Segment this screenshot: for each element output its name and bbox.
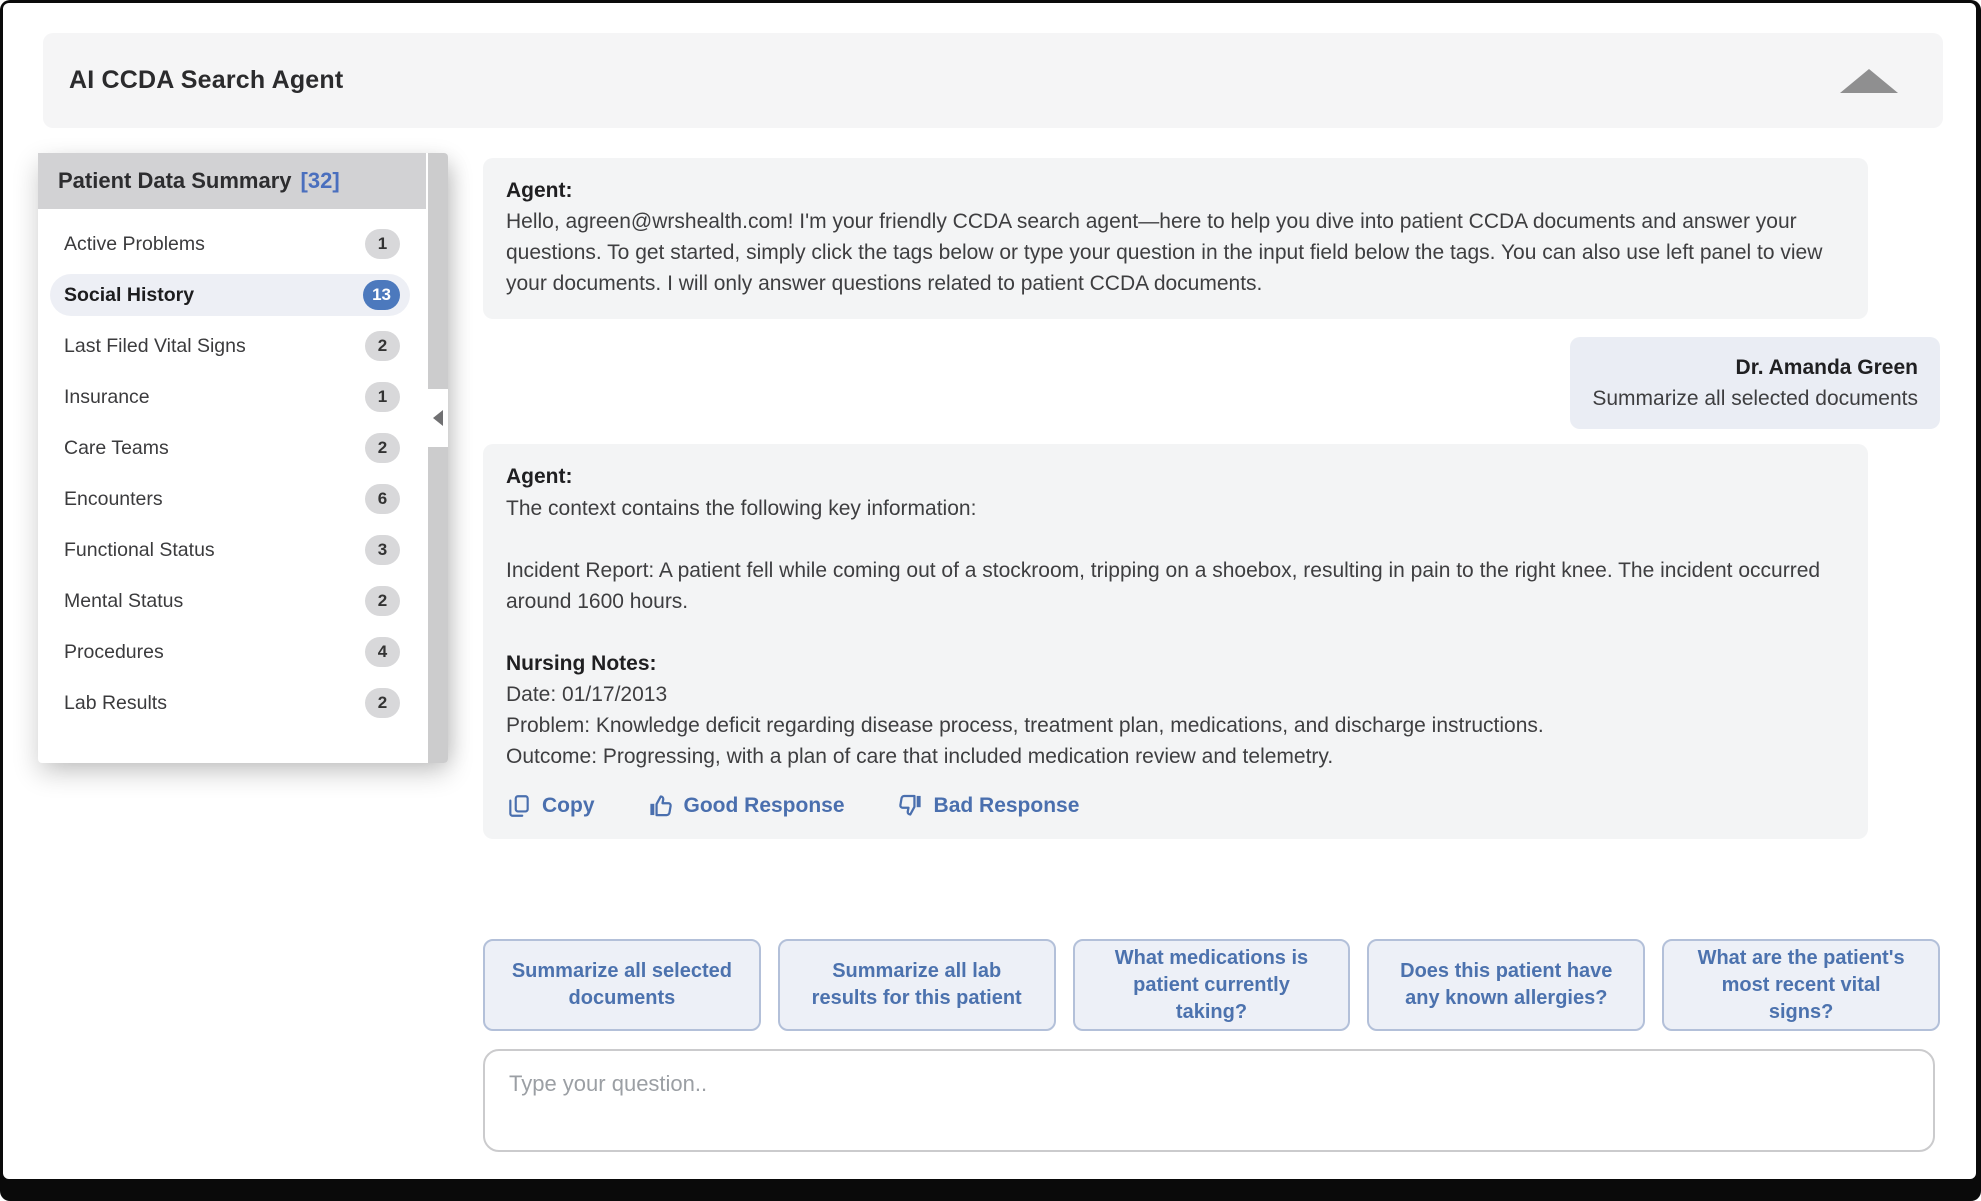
sidebar-item-label: Procedures <box>64 641 164 664</box>
copy-button[interactable]: Copy <box>506 793 595 819</box>
thumbs-up-icon <box>647 792 674 819</box>
agent-paragraph: Date: 01/17/2013 <box>506 679 1845 710</box>
collapse-panel-button[interactable] <box>1840 69 1898 93</box>
agent-message: Agent: The context contains the followin… <box>483 444 1868 839</box>
bad-response-label: Bad Response <box>934 794 1080 818</box>
agent-message-body: The context contains the following key i… <box>506 493 1845 773</box>
user-message: Dr. Amanda Green Summarize all selected … <box>1570 337 1940 429</box>
sidebar-item-count-badge: 4 <box>365 637 400 667</box>
sidebar-item-count-badge: 1 <box>365 229 400 259</box>
user-name: Dr. Amanda Green <box>1592 352 1918 383</box>
agent-paragraph: Nursing Notes: <box>506 648 1845 679</box>
agent-label: Agent: <box>506 461 1845 492</box>
thumbs-down-icon <box>897 792 924 819</box>
sidebar-item[interactable]: Mental Status 2 <box>50 580 410 622</box>
agent-paragraph: Incident Report: A patient fell while co… <box>506 555 1845 617</box>
sidebar-item-label: Care Teams <box>64 437 169 460</box>
chevron-left-icon <box>433 410 443 426</box>
sidebar-item-label: Active Problems <box>64 233 205 256</box>
agent-paragraph: The context contains the following key i… <box>506 493 1845 524</box>
suggestion-chip[interactable]: Summarize all lab results for this patie… <box>778 939 1056 1031</box>
sidebar-item-label: Lab Results <box>64 692 167 715</box>
suggestion-chip[interactable]: Does this patient have any known allergi… <box>1367 939 1645 1031</box>
agent-message-body: Hello, agreen@wrshealth.com! I'm your fr… <box>506 206 1845 299</box>
sidebar-item[interactable]: Insurance 1 <box>50 376 410 418</box>
suggestion-chip[interactable]: What are the patient's most recent vital… <box>1662 939 1940 1031</box>
app-window: AI CCDA Search Agent Patient Data Summar… <box>0 0 1981 1201</box>
good-response-label: Good Response <box>684 794 845 818</box>
sidebar-item-label: Functional Status <box>64 539 215 562</box>
sidebar-item[interactable]: Social History 13 <box>50 274 410 316</box>
sidebar-item-label: Last Filed Vital Signs <box>64 335 246 358</box>
user-message-text: Summarize all selected documents <box>1592 383 1918 414</box>
sidebar-item[interactable]: Procedures 4 <box>50 631 410 673</box>
agent-paragraph: Outcome: Progressing, with a plan of car… <box>506 741 1845 772</box>
sidebar-item-count-badge: 13 <box>363 280 400 310</box>
agent-paragraph: Hello, agreen@wrshealth.com! I'm your fr… <box>506 206 1845 299</box>
sidebar-item-label: Insurance <box>64 386 150 409</box>
chevron-up-icon <box>1840 69 1898 93</box>
bad-response-button[interactable]: Bad Response <box>897 792 1080 819</box>
sidebar-item-count-badge: 2 <box>365 586 400 616</box>
copy-label: Copy <box>542 794 595 818</box>
sidebar-header: Patient Data Summary [32] <box>38 153 426 209</box>
ccda-agent-panel: AI CCDA Search Agent Patient Data Summar… <box>3 3 1976 1179</box>
message-list: Agent: Hello, agreen@wrshealth.com! I'm … <box>483 158 1940 839</box>
sidebar-total-count: [32] <box>301 168 340 194</box>
sidebar-list: Active Problems 1 Social History 13 Last… <box>38 209 428 724</box>
sidebar-item-label: Encounters <box>64 488 163 511</box>
panel-header: AI CCDA Search Agent <box>43 33 1943 128</box>
good-response-button[interactable]: Good Response <box>647 792 845 819</box>
agent-paragraph <box>506 617 1845 648</box>
agent-message: Agent: Hello, agreen@wrshealth.com! I'm … <box>483 158 1868 319</box>
sidebar-item-count-badge: 2 <box>365 688 400 718</box>
patient-data-sidebar: Patient Data Summary [32] Active Problem… <box>38 153 448 763</box>
agent-label: Agent: <box>506 175 1845 206</box>
question-input[interactable] <box>483 1049 1935 1152</box>
sidebar-collapse-handle[interactable] <box>428 389 448 447</box>
sidebar-item-count-badge: 1 <box>365 382 400 412</box>
agent-paragraph <box>506 524 1845 555</box>
sidebar-item[interactable]: Last Filed Vital Signs 2 <box>50 325 410 367</box>
agent-paragraph: Problem: Knowledge deficit regarding dis… <box>506 710 1845 741</box>
sidebar-item-count-badge: 6 <box>365 484 400 514</box>
sidebar-item-label: Social History <box>64 284 194 307</box>
sidebar-item[interactable]: Encounters 6 <box>50 478 410 520</box>
sidebar-item[interactable]: Care Teams 2 <box>50 427 410 469</box>
sidebar-item[interactable]: Lab Results 2 <box>50 682 410 724</box>
sidebar-scrollbar[interactable] <box>428 153 448 763</box>
suggestion-chip[interactable]: Summarize all selected documents <box>483 939 761 1031</box>
suggestion-chip[interactable]: What medications is patient currently ta… <box>1073 939 1351 1031</box>
sidebar-item[interactable]: Active Problems 1 <box>50 223 410 265</box>
chat-area: Agent: Hello, agreen@wrshealth.com! I'm … <box>483 158 1940 1152</box>
copy-icon <box>506 793 532 819</box>
page-title: AI CCDA Search Agent <box>69 66 343 95</box>
sidebar-item[interactable]: Functional Status 3 <box>50 529 410 571</box>
suggestion-chips: Summarize all selected documentsSummariz… <box>483 939 1940 1031</box>
message-actions: Copy Good Response Bad Response <box>506 792 1845 819</box>
sidebar-item-count-badge: 2 <box>365 331 400 361</box>
sidebar-title: Patient Data Summary <box>58 168 292 194</box>
sidebar-item-count-badge: 2 <box>365 433 400 463</box>
sidebar-item-count-badge: 3 <box>365 535 400 565</box>
sidebar-item-label: Mental Status <box>64 590 183 613</box>
